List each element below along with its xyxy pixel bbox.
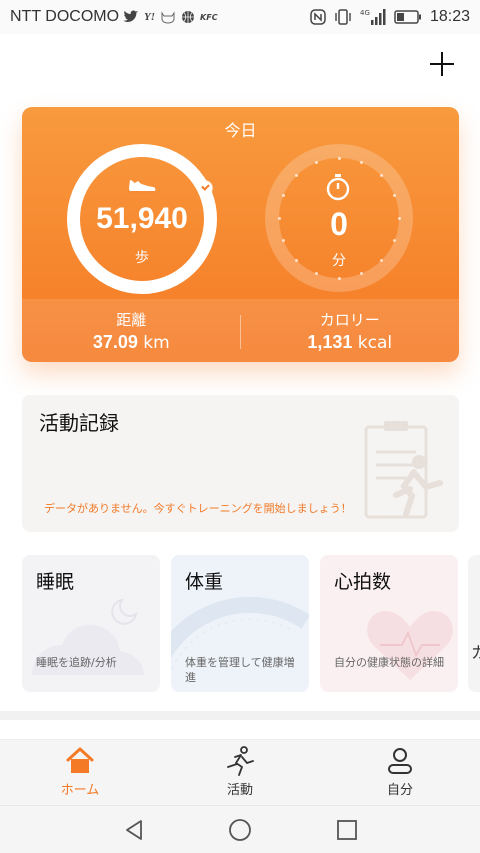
- battery-icon: [394, 10, 421, 24]
- weight-card[interactable]: 体重 体重を管理して健康増進: [171, 555, 309, 692]
- ring-dot: [397, 216, 401, 220]
- system-nav-bar: [0, 805, 480, 853]
- ring-dot: [379, 174, 383, 178]
- yahoo-icon: Y!: [144, 11, 156, 23]
- nfc-icon: [310, 9, 326, 25]
- home-circle-icon[interactable]: [228, 818, 252, 842]
- basketball-icon: [182, 11, 195, 23]
- weight-card-title: 体重: [185, 571, 224, 593]
- summary-footer: 距離 37.09 km カロリー 1,131 kcal: [22, 299, 459, 362]
- status-bar: NTT DOCOMO Y! KFC 4G 18:23: [0, 0, 480, 34]
- back-icon[interactable]: [122, 818, 146, 842]
- running-icon: [227, 746, 254, 776]
- ring-dot: [360, 161, 364, 165]
- ring-dot: [314, 161, 318, 165]
- bottom-nav: ホーム 活動 自分: [0, 739, 480, 805]
- nav-me-label: 自分: [386, 783, 413, 798]
- nav-home-label: ホーム: [60, 783, 100, 798]
- sleep-card-description: 睡眠を追跡/分析: [36, 656, 117, 669]
- recents-icon[interactable]: [335, 818, 359, 842]
- kfc-icon: KFC: [200, 12, 218, 22]
- ring-dot: [360, 271, 364, 275]
- ring-dot: [337, 156, 341, 160]
- cat-icon: [161, 11, 175, 24]
- ring-dot: [282, 193, 286, 197]
- twitter-icon: [123, 10, 139, 22]
- distance-value: 37.09: [92, 332, 138, 352]
- sleep-card-title: 睡眠: [36, 571, 75, 593]
- ring-dot: [295, 174, 299, 178]
- next-card-peek[interactable]: カ: [468, 555, 480, 692]
- ring-dot: [379, 258, 383, 262]
- ring-dot: [314, 271, 318, 275]
- nav-home[interactable]: ホーム: [0, 746, 160, 798]
- heart-rate-card-title: 心拍数: [334, 571, 392, 593]
- ring-dot: [392, 193, 396, 197]
- person-icon: [388, 748, 412, 774]
- vibrate-icon: [335, 9, 351, 25]
- ring-dot: [295, 258, 299, 262]
- steps-unit: 歩: [135, 250, 149, 266]
- shoe-icon: [129, 180, 156, 193]
- home-icon: [66, 747, 94, 773]
- calories-block: カロリー 1,131 kcal: [241, 309, 460, 353]
- next-card-title: カ: [471, 643, 480, 662]
- nav-me[interactable]: 自分: [320, 746, 480, 798]
- no-data-message: データがありません。今すぐトレーニングを開始しましょう！: [44, 502, 352, 515]
- clock: 18:23: [429, 8, 470, 25]
- distance-unit: km: [143, 333, 170, 353]
- ring-dot: [337, 276, 341, 280]
- nav-activity[interactable]: 活動: [160, 746, 320, 798]
- svg-text:4G: 4G: [360, 9, 370, 17]
- distance-label: 距離: [116, 311, 147, 329]
- activity-record-card[interactable]: 活動記録 データがありません。今すぐトレーニングを開始しましょう！: [22, 395, 459, 532]
- heart-rate-card[interactable]: 心拍数 自分の健康状態の詳細: [320, 555, 458, 692]
- ring-dot: [277, 216, 281, 220]
- activity-record-title: 活動記録: [39, 411, 119, 435]
- heart-rate-card-description: 自分の健康状態の詳細: [334, 656, 444, 669]
- active-time-ring[interactable]: 0 分: [265, 144, 413, 292]
- nav-activity-label: 活動: [226, 783, 253, 798]
- today-summary-card[interactable]: 今日 51,940 歩 0 分 距離 37.09 km カロリー 1,131 k…: [22, 107, 459, 362]
- summary-title: 今日: [224, 121, 257, 140]
- steps-ring[interactable]: 51,940 歩: [67, 144, 217, 294]
- calories-label: カロリー: [319, 311, 380, 329]
- section-separator: [0, 711, 480, 720]
- carrier-name: NTT DOCOMO: [10, 8, 120, 25]
- clipboard-runner-icon: [364, 421, 443, 519]
- stopwatch-icon: [326, 174, 350, 201]
- steps-value: 51,940: [96, 202, 188, 235]
- cloud-moon-icon: [32, 598, 144, 675]
- calories-unit: kcal: [357, 333, 393, 353]
- distance-block: 距離 37.09 km: [22, 309, 241, 353]
- calories-value: 1,131: [307, 332, 353, 352]
- active-time-value: 0: [330, 206, 348, 242]
- add-button[interactable]: [428, 50, 456, 78]
- heart-pulse-icon: [367, 611, 453, 680]
- sleep-card[interactable]: 睡眠 睡眠を追跡/分析: [22, 555, 160, 692]
- 4g-signal-icon: 4G: [360, 9, 386, 25]
- weight-card-description: 体重を管理して健康増進: [185, 656, 295, 684]
- goal-check-icon: [198, 181, 212, 195]
